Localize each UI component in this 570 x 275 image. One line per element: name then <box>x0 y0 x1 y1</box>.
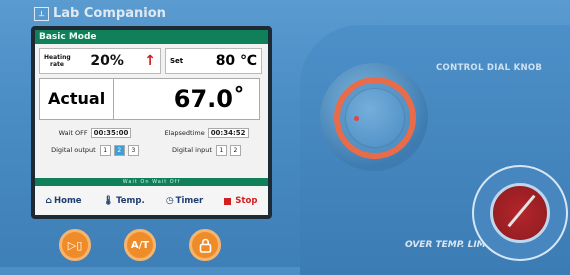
stop-icon <box>224 197 232 205</box>
run-pause-button[interactable]: ▷▯ <box>59 229 91 261</box>
wait-off-cell: Wait OFF 00:35:00 <box>39 128 151 138</box>
over-temp-limit-dial[interactable] <box>472 165 568 261</box>
actual-label: Actual <box>40 79 115 119</box>
actual-temp-box: Actual 67.0˚ <box>39 78 260 120</box>
digital-output-3[interactable]: 3 <box>127 144 139 156</box>
digital-input-label: Digital input <box>172 146 212 154</box>
lock-button[interactable] <box>189 229 221 261</box>
nav-temp-label: Temp. <box>116 196 145 206</box>
brand-name: Lab Companion <box>53 6 166 21</box>
nav-stop[interactable]: Stop <box>224 196 257 206</box>
thermometer-icon: 🌡 <box>102 196 115 206</box>
nav-timer-label: Timer <box>175 196 204 206</box>
digital-output-2[interactable]: 2 <box>113 144 125 156</box>
home-icon: ⌂ <box>45 196 52 206</box>
digital-input-cell: Digital input 1 2 <box>151 144 262 156</box>
elapsed-value: 00:34:52 <box>207 128 249 138</box>
up-arrow-icon: ↑ <box>144 53 156 69</box>
wait-off-value: 00:35:00 <box>90 128 132 138</box>
nav-stop-label: Stop <box>235 196 258 206</box>
digital-output-1[interactable]: 1 <box>99 144 111 156</box>
lab-companion-logo-icon: ⟂ <box>34 6 49 21</box>
device-panel: ⟂ Lab Companion Basic Mode Heating rate … <box>0 0 570 275</box>
mode-title: Basic Mode <box>35 30 268 44</box>
heating-rate-box[interactable]: Heating rate 20% ↑ <box>39 48 161 74</box>
auto-tune-button[interactable]: A/T <box>124 229 156 261</box>
wait-off-label: Wait OFF <box>58 129 88 137</box>
digital-output-label: Digital output <box>51 146 96 154</box>
lock-icon <box>199 238 211 253</box>
status-bar: Wait On Wait Off <box>35 178 268 186</box>
nav-temp[interactable]: 🌡 Temp. <box>103 196 145 206</box>
digital-input-1: 1 <box>215 144 227 156</box>
set-value: 80 ℃ <box>215 53 257 69</box>
heating-rate-label: Heating rate <box>44 54 71 68</box>
nav-home[interactable]: ⌂ Home <box>46 196 82 206</box>
actual-value: 67.0˚ <box>173 85 245 113</box>
digital-output-cell: Digital output 1 2 3 <box>39 144 151 156</box>
clock-icon: ◷ <box>165 196 174 206</box>
nav-home-label: Home <box>54 196 82 206</box>
set-temp-box[interactable]: Set 80 ℃ <box>165 48 262 74</box>
digital-input-2: 2 <box>229 144 241 156</box>
control-dial-label: CONTROL DIAL KNOB <box>436 63 543 73</box>
digital-io-row: Digital output 1 2 3 Digital input 1 2 <box>39 143 262 157</box>
heating-rate-value: 20% <box>90 53 124 69</box>
lcd-screen: Basic Mode Heating rate 20% ↑ Set 80 ℃ A… <box>31 26 272 219</box>
elapsed-label: Elapsedtime <box>164 129 205 137</box>
set-label: Set <box>170 57 184 65</box>
timer-row: Wait OFF 00:35:00 Elapsedtime 00:34:52 <box>39 126 262 140</box>
nav-timer[interactable]: ◷ Timer <box>166 196 203 206</box>
brand: ⟂ Lab Companion <box>34 6 166 21</box>
top-readouts: Heating rate 20% ↑ Set 80 ℃ <box>39 48 262 74</box>
elapsed-cell: Elapsedtime 00:34:52 <box>151 128 262 138</box>
bottom-nav: ⌂ Home 🌡 Temp. ◷ Timer Stop <box>35 187 268 215</box>
knob-indicator-dot <box>354 116 359 121</box>
